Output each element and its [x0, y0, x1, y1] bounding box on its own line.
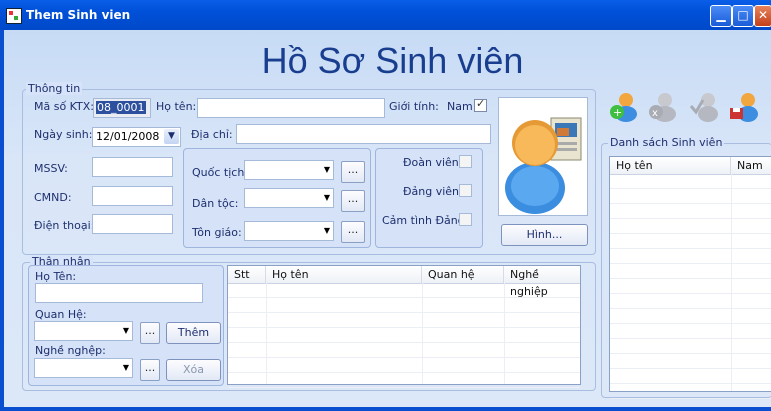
- tn-hoten-input[interactable]: [35, 283, 203, 303]
- doanvien-label: Đoàn viên:: [403, 156, 463, 169]
- thannhan-grid-header: Stt Họ tên Quan hệ Nghề nghiệp: [228, 266, 580, 298]
- thongtin-group-label: Thông tin: [26, 82, 83, 95]
- svg-text:x: x: [652, 108, 658, 119]
- tn-nghenghiep-more-button[interactable]: ...: [140, 359, 160, 381]
- chevron-down-icon: ▼: [323, 226, 331, 235]
- dienthoai-input[interactable]: [92, 214, 173, 234]
- col-quanhe[interactable]: Quan hệ: [422, 266, 504, 283]
- tn-quanhe-label: Quan Hệ:: [35, 308, 87, 321]
- xoa-button[interactable]: Xóa: [166, 359, 221, 381]
- tn-hoten-label: Họ Tên:: [35, 270, 77, 283]
- mssv-label: MSSV:: [34, 162, 68, 175]
- tongiao-more-button[interactable]: ...: [341, 221, 365, 243]
- maximize-button[interactable]: □: [732, 5, 754, 27]
- dienthoai-label: Điện thoại:: [34, 219, 95, 232]
- tn-quanhe-more-button[interactable]: ...: [140, 322, 160, 344]
- tn-quanhe-select[interactable]: ▼: [34, 321, 133, 341]
- col-nghenghiep[interactable]: Nghề nghiệp: [504, 266, 580, 298]
- ktx-field[interactable]: 08_0001: [93, 98, 151, 118]
- nam-checkbox[interactable]: [474, 97, 487, 112]
- tn-nghenghiep-label: Nghề nghệp:: [35, 344, 106, 357]
- camtinh-checkbox[interactable]: [459, 213, 472, 226]
- hoten-input[interactable]: [197, 98, 385, 118]
- them-button[interactable]: Thêm: [166, 322, 221, 344]
- col-hoten[interactable]: Họ tên: [266, 266, 422, 283]
- mssv-input[interactable]: [92, 157, 173, 177]
- tongiao-label: Tôn giáo:: [192, 226, 242, 239]
- svg-text:+: +: [613, 106, 622, 119]
- ngaysinh-label: Ngày sinh:: [34, 128, 93, 141]
- dangvien-label: Đảng viên:: [403, 185, 463, 198]
- title-bar: Them Sinh vien ▁ □ ✕: [0, 0, 771, 30]
- app-icon: [6, 8, 22, 24]
- quoctich-label: Quốc tịch:: [192, 166, 248, 179]
- danhsach-grid-header: Họ tên Nam: [610, 157, 771, 175]
- chevron-down-icon: ▼: [122, 326, 130, 335]
- quoctich-more-button[interactable]: ...: [341, 161, 365, 183]
- ktx-label: Mã số KTX:: [34, 100, 95, 113]
- page-title: Hồ Sơ Sinh viên: [261, 40, 524, 81]
- doanvien-checkbox[interactable]: [459, 155, 472, 168]
- photo-button[interactable]: Hình...: [501, 224, 588, 246]
- camtinh-label: Cảm tình Đảng: [382, 214, 465, 227]
- thannhan-grid-rows: [228, 283, 580, 388]
- quoctich-select[interactable]: ▼: [244, 160, 334, 180]
- danhsach-grid-rows: [610, 174, 771, 399]
- dantoc-more-button[interactable]: ...: [341, 190, 365, 212]
- cmnd-input[interactable]: [92, 186, 173, 206]
- student-photo: [498, 97, 588, 216]
- minimize-button[interactable]: ▁: [710, 5, 732, 27]
- close-button[interactable]: ✕: [754, 5, 771, 27]
- col-ds-hoten[interactable]: Họ tên: [610, 157, 731, 174]
- remove-user-icon[interactable]: x: [647, 90, 679, 122]
- cmnd-label: CMND:: [34, 191, 72, 204]
- calendar-dropdown-icon[interactable]: ▼: [164, 129, 179, 144]
- save-user-icon[interactable]: [728, 90, 760, 122]
- dantoc-label: Dân tộc:: [192, 197, 239, 210]
- thannhan-grid[interactable]: Stt Họ tên Quan hệ Nghề nghiệp: [227, 265, 581, 388]
- ktx-value: 08_0001: [96, 101, 146, 114]
- approve-user-icon[interactable]: [688, 90, 720, 122]
- hoten-label: Họ tên:: [156, 100, 197, 113]
- col-stt[interactable]: Stt: [228, 266, 266, 283]
- danhsach-grid[interactable]: Họ tên Nam: [609, 156, 771, 399]
- nam-label: Nam: [447, 100, 473, 113]
- add-user-icon[interactable]: +: [608, 90, 640, 122]
- gioitinh-label: Giới tính:: [389, 100, 439, 113]
- tn-nghenghiep-select[interactable]: ▼: [34, 358, 133, 378]
- chevron-down-icon: ▼: [323, 193, 331, 202]
- col-ds-nam[interactable]: Nam: [731, 157, 771, 174]
- dangvien-checkbox[interactable]: [459, 184, 472, 197]
- ngaysinh-value: 12/01/2008: [96, 130, 160, 143]
- window-title: Them Sinh vien: [26, 8, 131, 22]
- diachi-label: Địa chỉ:: [191, 128, 233, 141]
- dantoc-select[interactable]: ▼: [244, 188, 334, 208]
- ngaysinh-datepicker[interactable]: 12/01/2008 ▼: [92, 127, 181, 147]
- chevron-down-icon: ▼: [323, 165, 331, 174]
- chevron-down-icon: ▼: [122, 363, 130, 372]
- tongiao-select[interactable]: ▼: [244, 221, 334, 241]
- danhsach-group-label: Danh sách Sinh viên: [608, 136, 725, 149]
- user-photo-icon: [505, 117, 582, 214]
- diachi-input[interactable]: [236, 124, 491, 144]
